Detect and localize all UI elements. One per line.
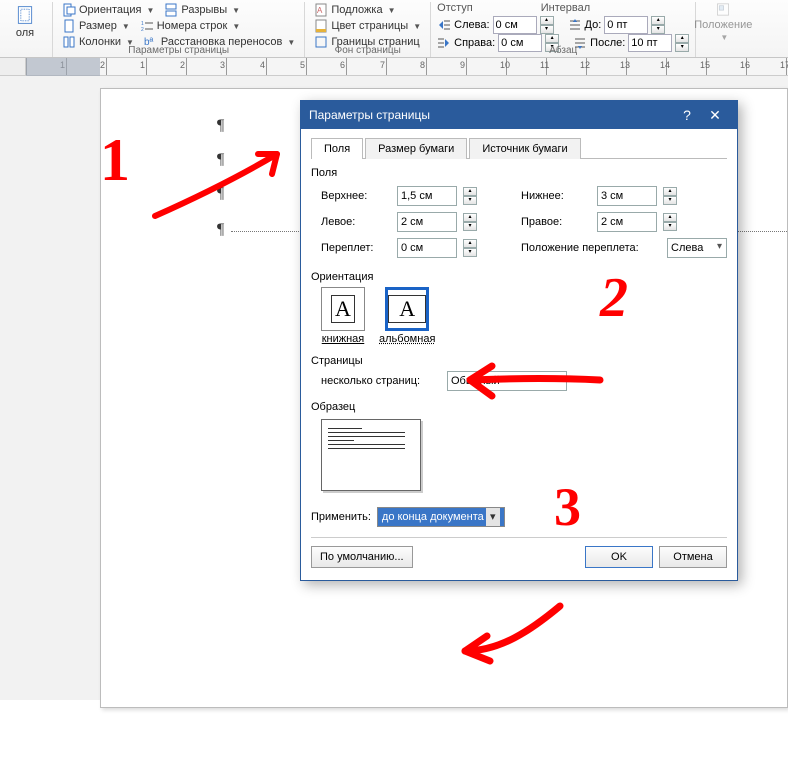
group-label-paragraph[interactable]: Абзац — [431, 44, 695, 57]
spacing-before-icon — [568, 18, 582, 32]
pilcrow-icon: ¶ — [217, 185, 224, 203]
pilcrow-icon: ¶ — [217, 151, 224, 169]
tab-source[interactable]: Источник бумаги — [469, 138, 580, 159]
orientation-icon — [62, 3, 76, 17]
orientation-portrait[interactable]: A книжная — [321, 287, 365, 345]
gutter-input[interactable] — [397, 238, 457, 258]
indent-title: Отступ — [437, 2, 473, 14]
spin-buttons[interactable]: ▴▾ — [663, 213, 677, 231]
tab-paper[interactable]: Размер бумаги — [365, 138, 467, 159]
chevron-down-icon: ▼ — [232, 22, 240, 31]
group-preview-title: Образец — [311, 401, 727, 413]
close-button[interactable]: ✕ — [701, 107, 729, 124]
dialog-tabs: Поля Размер бумаги Источник бумаги — [311, 137, 727, 159]
spacing-before-field: До: ▴▾ — [568, 16, 666, 34]
watermark-icon: A — [314, 3, 328, 17]
pilcrow-icon: ¶ — [217, 221, 224, 239]
pilcrow-icon: ¶ — [217, 117, 224, 135]
page-setup-dialog: Параметры страницы ? ✕ Поля Размер бумаг… — [300, 100, 738, 581]
chevron-down-icon: ▼ — [122, 22, 130, 31]
indent-left-icon — [437, 18, 451, 32]
dialog-titlebar[interactable]: Параметры страницы ? ✕ — [301, 101, 737, 129]
group-pages: Страницы несколько страниц: Обычный — [311, 355, 727, 391]
watermark-button[interactable]: A Подложка ▼ — [311, 2, 398, 18]
orientation-button[interactable]: Ориентация ▼ — [59, 2, 157, 18]
group-pages-title: Страницы — [311, 355, 727, 367]
gutter-pos-label: Положение переплета: — [521, 242, 661, 254]
margin-top-input[interactable] — [397, 186, 457, 206]
ribbon-group-arrange: Положение ▼ — [696, 2, 750, 57]
orientation-landscape[interactable]: A альбомная — [379, 287, 435, 345]
dialog-title: Параметры страницы — [309, 108, 430, 122]
group-orientation-title: Ориентация — [311, 271, 727, 283]
spacing-before-input[interactable] — [604, 16, 648, 34]
indent-left-field: Слева: ▴▾ — [437, 16, 553, 34]
page-color-button[interactable]: Цвет страницы ▼ — [311, 18, 424, 34]
breaks-button[interactable]: Разрывы ▼ — [161, 2, 243, 18]
ribbon: оля Ориентация ▼ Разрывы ▼ — [0, 0, 788, 58]
portrait-icon: A — [321, 287, 365, 331]
landscape-icon: A — [385, 287, 429, 331]
spin-buttons[interactable]: ▴▾ — [463, 187, 477, 205]
ribbon-group-paragraph: Отступ Интервал Слева: ▴▾ До: ▴▾ Справа: — [431, 2, 696, 57]
apply-to-select[interactable]: до конца документа — [377, 507, 505, 527]
spin-buttons[interactable]: ▴▾ — [463, 239, 477, 257]
ribbon-group-page-setup: Ориентация ▼ Разрывы ▼ Размер ▼ — [53, 2, 305, 57]
chevron-down-icon: ▼ — [388, 6, 396, 15]
dialog-body: Поля Размер бумаги Источник бумаги Поля … — [301, 129, 737, 580]
size-icon — [62, 19, 76, 33]
preview-thumbnail — [321, 419, 421, 491]
margin-bottom-label: Нижнее: — [521, 190, 591, 202]
line-numbers-button[interactable]: 12 Номера строк ▼ — [137, 18, 244, 34]
margin-right-input[interactable] — [597, 212, 657, 232]
spacing-title: Интервал — [541, 2, 590, 14]
ruler[interactable]: 12123456789101112131415161718 — [0, 58, 788, 76]
spin-buttons[interactable]: ▴▾ — [651, 16, 665, 34]
svg-text:A: A — [317, 6, 323, 15]
chevron-down-icon: ▼ — [146, 6, 154, 15]
apply-to-label: Применить: — [311, 511, 371, 523]
group-orientation: Ориентация A книжная A альбомная — [311, 271, 727, 345]
spin-buttons[interactable]: ▴▾ — [463, 213, 477, 231]
group-preview: Образец Применить: до конца документа — [311, 401, 727, 527]
ruler-margin-area — [26, 58, 100, 76]
svg-text:2: 2 — [141, 27, 144, 33]
dialog-footer: По умолчанию... OK Отмена — [311, 537, 727, 568]
group-label-page-bg: Фон страницы — [305, 44, 430, 57]
group-margins-title: Поля — [311, 167, 727, 179]
chevron-down-icon: ▼ — [720, 33, 728, 42]
default-button[interactable]: По умолчанию... — [311, 546, 413, 568]
spin-buttons[interactable]: ▴▾ — [663, 187, 677, 205]
group-margins: Поля Верхнее: ▴▾ Нижнее: ▴▾ Левое: ▴▾ — [311, 167, 727, 261]
margins-button[interactable]: оля — [4, 2, 46, 42]
ribbon-left-edge: оля — [4, 2, 53, 57]
margin-right-label: Правое: — [521, 216, 591, 228]
margin-bottom-input[interactable] — [597, 186, 657, 206]
multi-pages-select[interactable]: Обычный — [447, 371, 567, 391]
margin-left-input[interactable] — [397, 212, 457, 232]
gutter-label: Переплет: — [321, 242, 391, 254]
chevron-down-icon: ▼ — [413, 22, 421, 31]
tab-fields[interactable]: Поля — [311, 138, 363, 159]
gutter-pos-select[interactable]: Слева — [667, 238, 727, 258]
size-button[interactable]: Размер ▼ — [59, 18, 133, 34]
indent-left-input[interactable] — [493, 16, 537, 34]
chevron-down-icon: ▼ — [232, 6, 240, 15]
ruler-corner — [0, 58, 26, 75]
horizontal-ruler[interactable]: 12123456789101112131415161718 — [26, 58, 788, 75]
group-label-page-setup[interactable]: Параметры страницы — [53, 44, 304, 57]
margin-left-label: Левое: — [321, 216, 391, 228]
ok-button[interactable]: OK — [585, 546, 653, 568]
position-button[interactable]: Положение ▼ — [702, 2, 744, 42]
breaks-icon — [164, 3, 178, 17]
spin-buttons[interactable]: ▴▾ — [540, 16, 554, 34]
margin-top-label: Верхнее: — [321, 190, 391, 202]
help-button[interactable]: ? — [673, 107, 701, 123]
cancel-button[interactable]: Отмена — [659, 546, 727, 568]
page-color-icon — [314, 19, 328, 33]
line-numbers-icon: 12 — [140, 19, 154, 33]
multi-pages-label: несколько страниц: — [321, 375, 441, 387]
ribbon-group-page-bg: A Подложка ▼ Цвет страницы ▼ Границы стр… — [305, 2, 431, 57]
